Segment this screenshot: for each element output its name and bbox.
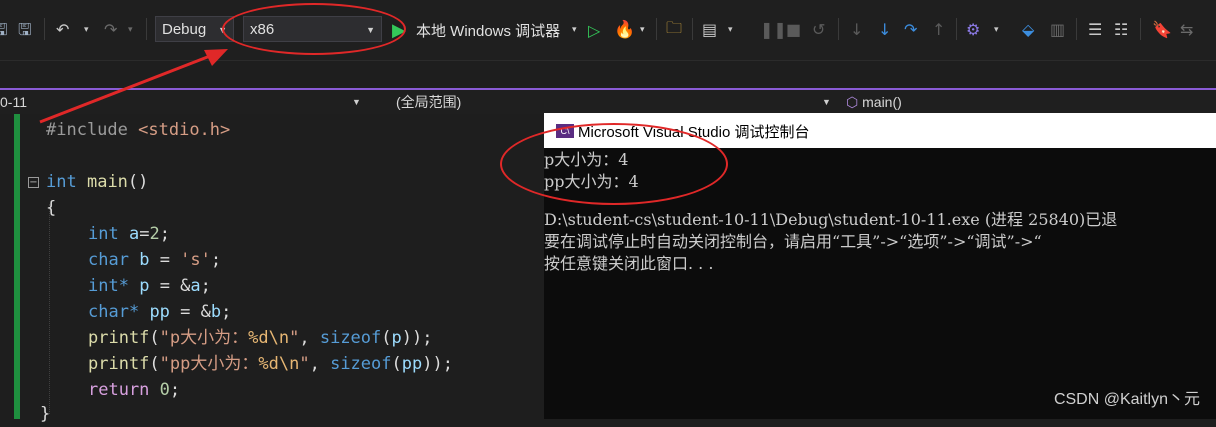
annotation-arrow [39, 49, 228, 124]
